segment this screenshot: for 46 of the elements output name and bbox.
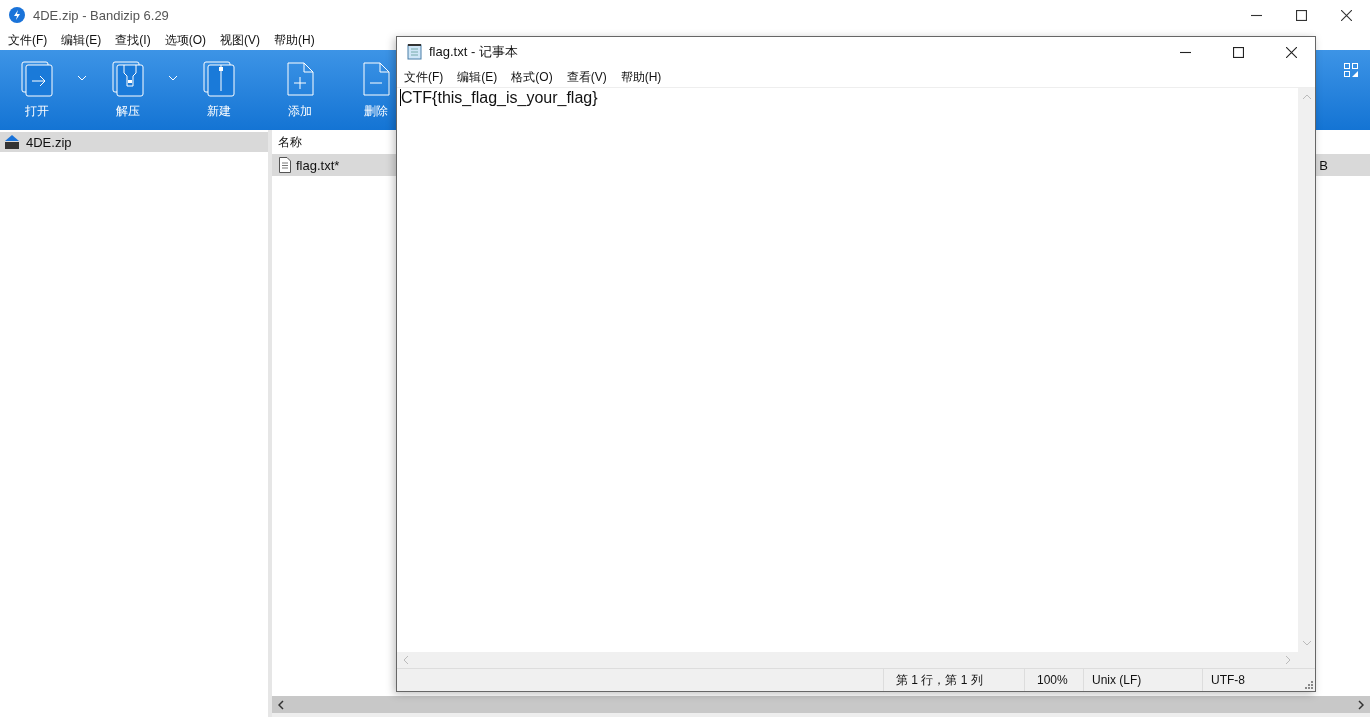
text-editor[interactable]: CTF{this_flag_is_your_flag}: [397, 88, 1298, 652]
open-file-icon: [21, 60, 53, 97]
remove-file-icon: [360, 60, 392, 97]
menu-item[interactable]: 文件(F): [8, 31, 48, 49]
status-field: 第 1 行，第 1 列: [883, 669, 1024, 691]
grid-view-icon[interactable]: [1344, 63, 1358, 77]
notepad-icon: [407, 44, 423, 60]
resize-grip-icon[interactable]: [1305, 681, 1313, 689]
toolbar-button[interactable]: 解压: [110, 52, 146, 128]
menu-item[interactable]: 编辑(E): [457, 68, 498, 86]
zip-archive-icon: [4, 134, 20, 150]
maximize-icon[interactable]: [1233, 46, 1244, 58]
menu-item[interactable]: 查看(V): [566, 68, 607, 86]
menu-item[interactable]: 查找(I): [115, 31, 151, 49]
add-file-icon: [284, 60, 316, 97]
caret-icon[interactable]: [169, 75, 177, 81]
menu-item[interactable]: 帮助(H): [274, 31, 315, 49]
tree-item[interactable]: 4DE.zip: [0, 132, 268, 152]
app-logo-icon: [9, 7, 25, 23]
maximize-icon[interactable]: [1296, 9, 1307, 21]
status-field: Unix (LF): [1083, 669, 1202, 691]
zip-file-icon: [203, 60, 235, 97]
menu-item[interactable]: 帮助(H): [620, 68, 662, 86]
menu-item[interactable]: 视图(V): [220, 31, 260, 49]
window-title: 4DE.zip - Bandizip 6.29: [33, 7, 169, 23]
menu-item[interactable]: 文件(F): [404, 68, 444, 86]
file-name: flag.txt*: [296, 157, 340, 173]
menu-item[interactable]: 编辑(E): [61, 31, 102, 49]
toolbar-button[interactable]: 打开: [19, 52, 55, 128]
text-file-icon: [279, 157, 291, 173]
toolbar-button[interactable]: 新建: [201, 52, 237, 128]
column-header[interactable]: 名称: [278, 133, 302, 151]
menu-item[interactable]: 选项(O): [164, 31, 206, 49]
file-size: B: [1319, 157, 1329, 173]
close-icon[interactable]: [1341, 9, 1352, 21]
toolbar-button[interactable]: 添加: [282, 52, 318, 128]
toolbar-button[interactable]: 删除: [358, 52, 394, 128]
caret-icon[interactable]: [78, 75, 86, 81]
status-field: 100%: [1024, 669, 1083, 691]
scroll-right-icon[interactable]: [1358, 699, 1364, 710]
scroll-left-icon[interactable]: [278, 699, 284, 710]
menu-item[interactable]: 格式(O): [511, 68, 553, 86]
zipper-file-icon: [112, 60, 144, 97]
document-text: CTF{this_flag_is_your_flag}: [400, 89, 598, 106]
window-title: flag.txt - 记事本: [429, 43, 518, 61]
close-icon[interactable]: [1286, 46, 1297, 58]
